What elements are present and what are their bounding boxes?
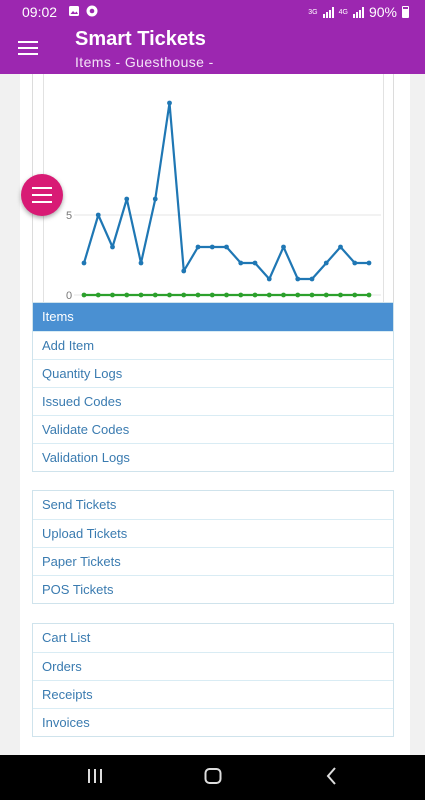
link-quantity-logs[interactable]: Quantity Logs xyxy=(33,359,393,387)
data-point xyxy=(152,196,158,202)
signal-icon-1 xyxy=(322,6,334,18)
data-point xyxy=(281,292,286,298)
link-invoices[interactable]: Invoices xyxy=(33,708,393,736)
app-title: Smart Tickets xyxy=(75,28,206,50)
app-subtitle: Items - Guesthouse - xyxy=(75,54,214,70)
data-point xyxy=(323,260,329,266)
status-system-icons: 3G 4G 90% xyxy=(308,4,409,20)
data-point xyxy=(323,292,329,298)
link-cart-list[interactable]: Cart List xyxy=(33,624,393,652)
record-notification-icon xyxy=(86,5,98,17)
data-point xyxy=(209,292,215,298)
link-add-item[interactable]: Add Item xyxy=(33,331,393,359)
data-point xyxy=(352,260,358,266)
main-content[interactable]: 052021-03-162021-03-232021-03-30 Items A… xyxy=(0,74,425,755)
data-point xyxy=(110,292,115,298)
data-point xyxy=(195,292,201,298)
data-point xyxy=(224,244,229,250)
y-tick-label: 0 xyxy=(66,290,72,302)
link-issued-codes[interactable]: Issued Codes xyxy=(33,387,393,415)
link-pos-tickets[interactable]: POS Tickets xyxy=(33,575,393,603)
items-panel: Items Add Item Quantity Logs Issued Code… xyxy=(32,302,394,472)
data-point xyxy=(138,292,144,298)
series-line xyxy=(82,101,369,281)
items-panel-header: Items xyxy=(33,303,393,331)
link-orders[interactable]: Orders xyxy=(33,652,393,680)
data-point xyxy=(181,268,187,274)
signal-icon-2 xyxy=(352,6,364,18)
link-validation-logs[interactable]: Validation Logs xyxy=(33,443,393,471)
link-receipts[interactable]: Receipts xyxy=(33,680,393,708)
link-validate-codes[interactable]: Validate Codes xyxy=(33,415,393,443)
image-notification-icon xyxy=(69,6,79,16)
data-point xyxy=(95,292,101,298)
data-point xyxy=(266,276,272,282)
hamburger-menu-icon[interactable] xyxy=(18,40,40,56)
fab-menu-button[interactable] xyxy=(21,174,63,216)
data-point xyxy=(81,260,87,266)
line-chart: 052021-03-162021-03-232021-03-30 xyxy=(66,100,383,322)
data-point xyxy=(295,276,301,282)
tickets-panel: Send Tickets Upload Tickets Paper Ticket… xyxy=(32,490,394,604)
link-upload-tickets[interactable]: Upload Tickets xyxy=(33,519,393,547)
network-type-3g: 3G xyxy=(308,8,318,16)
right-gutter xyxy=(410,74,425,755)
data-point xyxy=(352,292,358,298)
data-point xyxy=(366,260,372,266)
home-icon[interactable] xyxy=(203,765,223,787)
data-point xyxy=(295,292,301,298)
data-point xyxy=(167,292,172,298)
chart-area: 052021-03-162021-03-232021-03-30 xyxy=(43,74,384,333)
left-gutter xyxy=(0,74,20,755)
data-point xyxy=(309,292,315,298)
data-point xyxy=(281,244,286,250)
data-point xyxy=(309,276,315,282)
back-icon[interactable] xyxy=(324,765,340,787)
data-point xyxy=(138,260,144,266)
data-point xyxy=(338,292,343,298)
data-point xyxy=(95,212,101,218)
status-time: 09:02 xyxy=(22,4,58,20)
data-point xyxy=(110,244,115,250)
link-paper-tickets[interactable]: Paper Tickets xyxy=(33,547,393,575)
recents-icon[interactable] xyxy=(86,765,104,787)
battery-icon xyxy=(402,6,409,18)
y-tick-label: 5 xyxy=(66,210,72,222)
app-bar: Smart Tickets Items - Guesthouse - xyxy=(0,24,425,74)
commerce-panel: Cart List Orders Receipts Invoices xyxy=(32,623,394,737)
status-notification-icons xyxy=(68,5,98,17)
data-point xyxy=(266,292,272,298)
android-nav-bar xyxy=(0,755,425,800)
data-point xyxy=(195,244,201,250)
link-send-tickets[interactable]: Send Tickets xyxy=(33,491,393,519)
data-point xyxy=(252,292,258,298)
data-point xyxy=(238,292,244,298)
battery-percent: 90% xyxy=(368,4,397,20)
data-point xyxy=(81,292,87,298)
data-point xyxy=(152,292,158,298)
data-point xyxy=(209,244,215,250)
status-bar: 09:02 3G 4G 90% xyxy=(0,0,425,24)
data-point xyxy=(124,292,130,298)
data-point xyxy=(366,292,372,298)
data-point xyxy=(338,244,343,250)
data-point xyxy=(238,260,244,266)
data-point xyxy=(167,100,172,106)
data-point xyxy=(252,260,258,266)
data-point xyxy=(124,196,130,202)
data-point xyxy=(181,292,187,298)
data-point xyxy=(224,292,229,298)
network-type-4g: 4G xyxy=(338,8,348,16)
